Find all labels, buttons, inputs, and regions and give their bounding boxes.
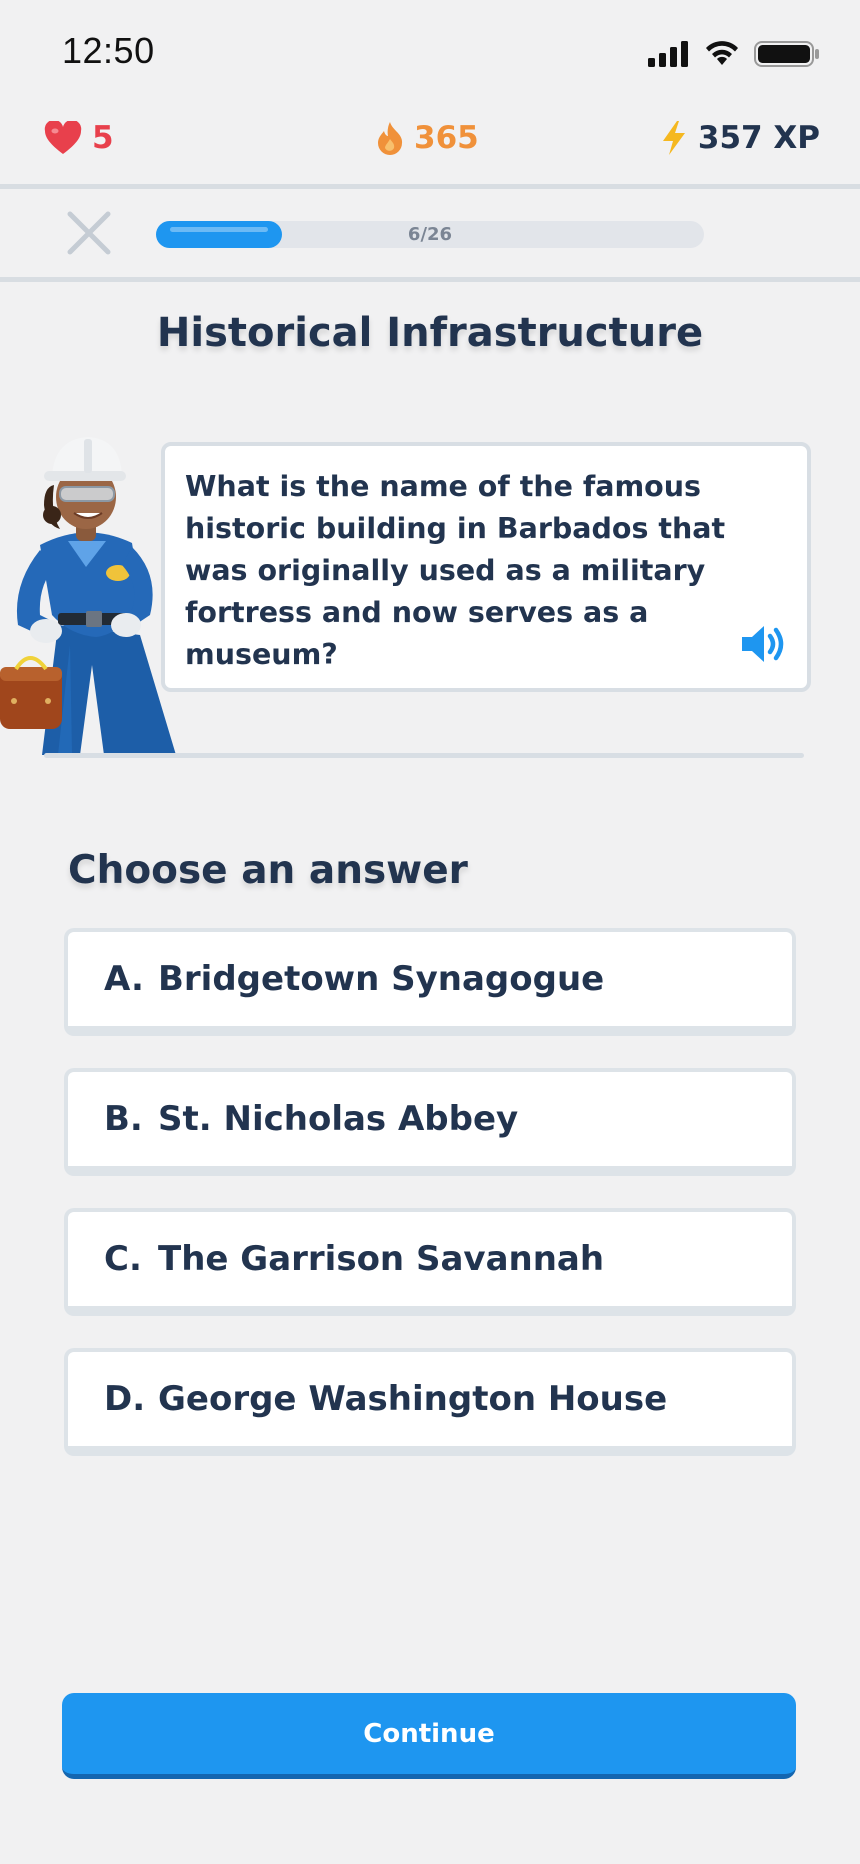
lesson-progress-bar: 6/26 bbox=[156, 221, 704, 248]
cellular-signal-icon bbox=[648, 41, 688, 67]
xp-counter: 357 XP bbox=[660, 120, 820, 156]
answer-letter: C. bbox=[104, 1239, 142, 1279]
answer-text: The Garrison Savannah bbox=[158, 1239, 605, 1279]
answers-heading: Choose an answer bbox=[68, 848, 468, 893]
close-icon[interactable] bbox=[66, 210, 112, 256]
answer-text: St. Nicholas Abbey bbox=[158, 1099, 519, 1139]
answer-letter: A. bbox=[104, 959, 144, 999]
speaker-icon[interactable] bbox=[739, 622, 787, 666]
xp-count: 357 XP bbox=[697, 120, 820, 156]
answer-option-d[interactable]: D. George Washington House bbox=[64, 1348, 796, 1456]
heart-icon bbox=[44, 121, 82, 154]
wifi-icon bbox=[706, 41, 738, 65]
answer-letter: B. bbox=[104, 1099, 143, 1139]
stats-bar: 5 365 357 XP bbox=[0, 120, 860, 182]
question-text: What is the name of the famous historic … bbox=[185, 470, 726, 671]
status-bar: 12:50 bbox=[0, 0, 860, 100]
hearts-count: 5 bbox=[92, 120, 114, 156]
hearts-counter: 5 bbox=[44, 120, 114, 156]
streak-count: 365 bbox=[414, 120, 479, 156]
streak-counter: 365 bbox=[376, 120, 479, 156]
mascot-engineer-image bbox=[0, 437, 176, 755]
answer-option-a[interactable]: A. Bridgetown Synagogue bbox=[64, 928, 796, 1036]
divider bbox=[0, 277, 860, 282]
answer-option-b[interactable]: B. St. Nicholas Abbey bbox=[64, 1068, 796, 1176]
answer-option-c[interactable]: C. The Garrison Savannah bbox=[64, 1208, 796, 1316]
answer-text: George Washington House bbox=[158, 1379, 668, 1419]
lesson-title: Historical Infrastructure bbox=[156, 310, 704, 356]
answer-letter: D. bbox=[104, 1379, 146, 1419]
flame-icon bbox=[378, 122, 403, 155]
continue-button[interactable]: Continue bbox=[62, 1693, 796, 1779]
lightning-bolt-icon bbox=[662, 121, 685, 155]
divider bbox=[0, 184, 860, 189]
answer-text: Bridgetown Synagogue bbox=[158, 959, 605, 999]
status-time: 12:50 bbox=[62, 30, 155, 71]
battery-icon bbox=[754, 41, 819, 67]
question-bubble: What is the name of the famous historic … bbox=[161, 442, 811, 692]
divider bbox=[44, 753, 804, 758]
progress-label: 6/26 bbox=[407, 224, 453, 245]
